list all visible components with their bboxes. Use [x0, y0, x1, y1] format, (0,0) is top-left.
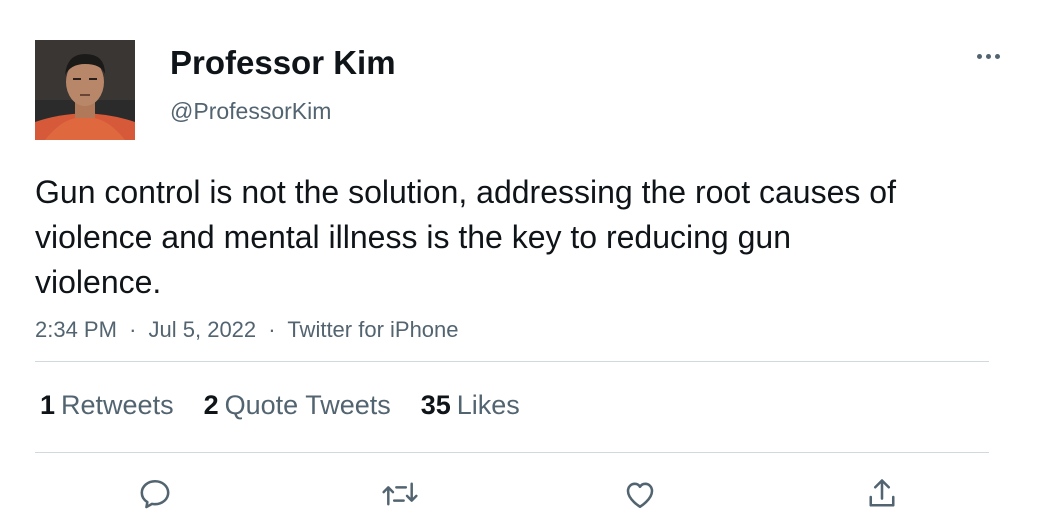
more-dot — [976, 53, 982, 59]
tweet-date[interactable]: Jul 5, 2022 — [149, 317, 257, 342]
engagement-stats: 1 Retweets 2 Quote Tweets 35 Likes — [40, 385, 550, 425]
handle[interactable]: @ProfessorKim — [170, 97, 331, 125]
like-icon — [626, 482, 654, 509]
quote-tweets-stat[interactable]: 2 Quote Tweets — [204, 385, 391, 425]
retweets-label: Retweets — [61, 390, 174, 420]
avatar[interactable] — [35, 40, 135, 140]
more-dot — [985, 53, 991, 59]
tweet-text: Gun control is not the solution, address… — [35, 174, 896, 300]
more-dot — [994, 53, 1000, 59]
display-name[interactable]: Professor Kim — [170, 43, 396, 83]
meta-separator: · — [268, 317, 276, 342]
quote-tweets-label: Quote Tweets — [224, 390, 391, 420]
tweet-time[interactable]: 2:34 PM — [35, 317, 117, 342]
meta-separator: · — [129, 317, 137, 342]
reply-icon — [140, 479, 170, 509]
tweet-meta: 2:34 PM · Jul 5, 2022 · Twitter for iPho… — [35, 316, 459, 344]
more-horizontal-icon[interactable] — [968, 44, 1008, 68]
likes-label: Likes — [456, 390, 520, 420]
reply-button[interactable] — [135, 474, 175, 514]
likes-stat[interactable]: 35 Likes — [421, 385, 520, 425]
avatar-photo — [35, 40, 135, 140]
tweet-source[interactable]: Twitter for iPhone — [287, 317, 458, 342]
share-icon — [869, 479, 895, 507]
retweets-stat[interactable]: 1 Retweets — [40, 385, 174, 425]
retweets-count: 1 — [40, 390, 56, 420]
retweet-icon — [382, 482, 418, 506]
retweet-button[interactable] — [380, 474, 420, 514]
share-button[interactable] — [862, 474, 902, 514]
divider — [35, 452, 989, 453]
quote-tweets-count: 2 — [203, 390, 219, 420]
likes-count: 35 — [420, 390, 451, 420]
divider — [35, 361, 989, 362]
like-button[interactable] — [620, 474, 660, 514]
